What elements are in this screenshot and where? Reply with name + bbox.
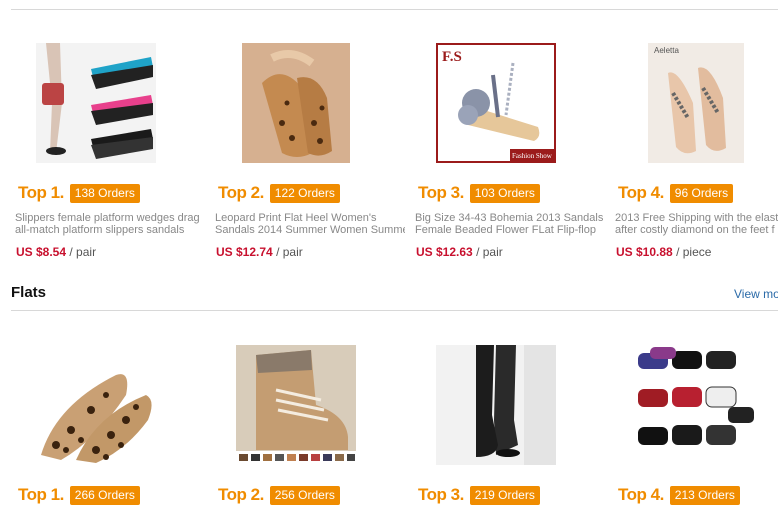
rank-number: Top 2. [218,183,264,202]
rank-number: Top 2. [218,485,264,504]
image-caption: Fashion Show [512,152,553,160]
rank-label: Top 2. 256 Orders [218,484,340,506]
section-divider [11,310,778,311]
product-image[interactable] [436,345,556,465]
orders-badge: 138 Orders [69,183,140,203]
orders-badge: 256 Orders [269,485,340,505]
rank-number: Top 4. [618,485,664,504]
price-amount: US $12.63 [416,245,473,259]
rank-label: Top 3. 219 Orders [418,484,540,506]
product-image[interactable] [36,345,156,465]
orders-badge: 96 Orders [669,183,734,203]
price-unit: / pair [276,245,303,259]
product-price: US $10.88 / piece [616,245,711,259]
rank-number: Top 4. [618,183,664,202]
product-title[interactable]: 2013 Free Shipping with the elastic afte… [615,212,778,236]
product-title[interactable]: Slippers female platform wedges drag all… [15,212,205,236]
rank-label: Top 4. 213 Orders [618,484,740,506]
product-title-line[interactable]: Slippers female platform wedges drag [15,212,205,224]
rank-number: Top 3. [418,183,464,202]
orders-badge: 213 Orders [669,485,740,505]
price-unit: / piece [676,245,712,259]
brand-logo: F.S [442,49,462,65]
product-title-line[interactable]: after costly diamond on the feet f [615,224,778,236]
product-title-line[interactable]: all-match platform slippers sandals [15,224,205,236]
product-title-line[interactable]: 2013 Free Shipping with the elastic [615,212,778,224]
product-title-line[interactable]: Big Size 34-43 Bohemia 2013 Sandals [415,212,605,224]
price-amount: US $10.88 [616,245,673,259]
rank-number: Top 3. [418,485,464,504]
rank-number: Top 1. [18,183,64,202]
rank-label: Top 1. 138 Orders [18,182,140,204]
product-price: US $12.74 / pair [216,245,303,259]
section-title: Flats [11,284,47,301]
product-image[interactable] [36,43,156,163]
product-price: US $12.63 / pair [416,245,503,259]
orders-badge: 103 Orders [469,183,540,203]
product-image[interactable] [236,345,356,465]
rank-number: Top 1. [18,485,64,504]
rank-label: Top 2. 122 Orders [218,182,340,204]
rank-label: Top 4. 96 Orders [618,182,734,204]
product-title[interactable]: Leopard Print Flat Heel Women's Sandals … [215,212,405,236]
top-divider [11,9,778,10]
view-more-link[interactable]: View mo [734,287,778,301]
product-image[interactable]: F.S Fashion Show [436,43,556,163]
price-unit: / pair [69,245,97,259]
product-title-line[interactable]: Sandals 2014 Summer Women Summer [215,224,405,236]
orders-badge: 266 Orders [69,485,140,505]
product-title[interactable]: Big Size 34-43 Bohemia 2013 Sandals Fema… [415,212,605,236]
brand-logo: Aeletta [654,46,679,55]
price-amount: US $8.54 [16,245,67,259]
price-unit: / pair [476,245,503,259]
product-image[interactable] [636,345,756,465]
orders-badge: 219 Orders [469,485,540,505]
product-title-line[interactable]: Leopard Print Flat Heel Women's [215,212,405,224]
product-image[interactable] [242,43,362,163]
orders-badge: 122 Orders [269,183,340,203]
product-title-line[interactable]: Female Beaded Flower FLat Flip-flop [415,224,605,236]
product-image[interactable]: Aeletta [648,43,744,163]
rank-label: Top 1. 266 Orders [18,484,140,506]
price-amount: US $12.74 [216,245,273,259]
product-price: US $8.54 / pair [16,245,96,259]
rank-label: Top 3. 103 Orders [418,182,540,204]
